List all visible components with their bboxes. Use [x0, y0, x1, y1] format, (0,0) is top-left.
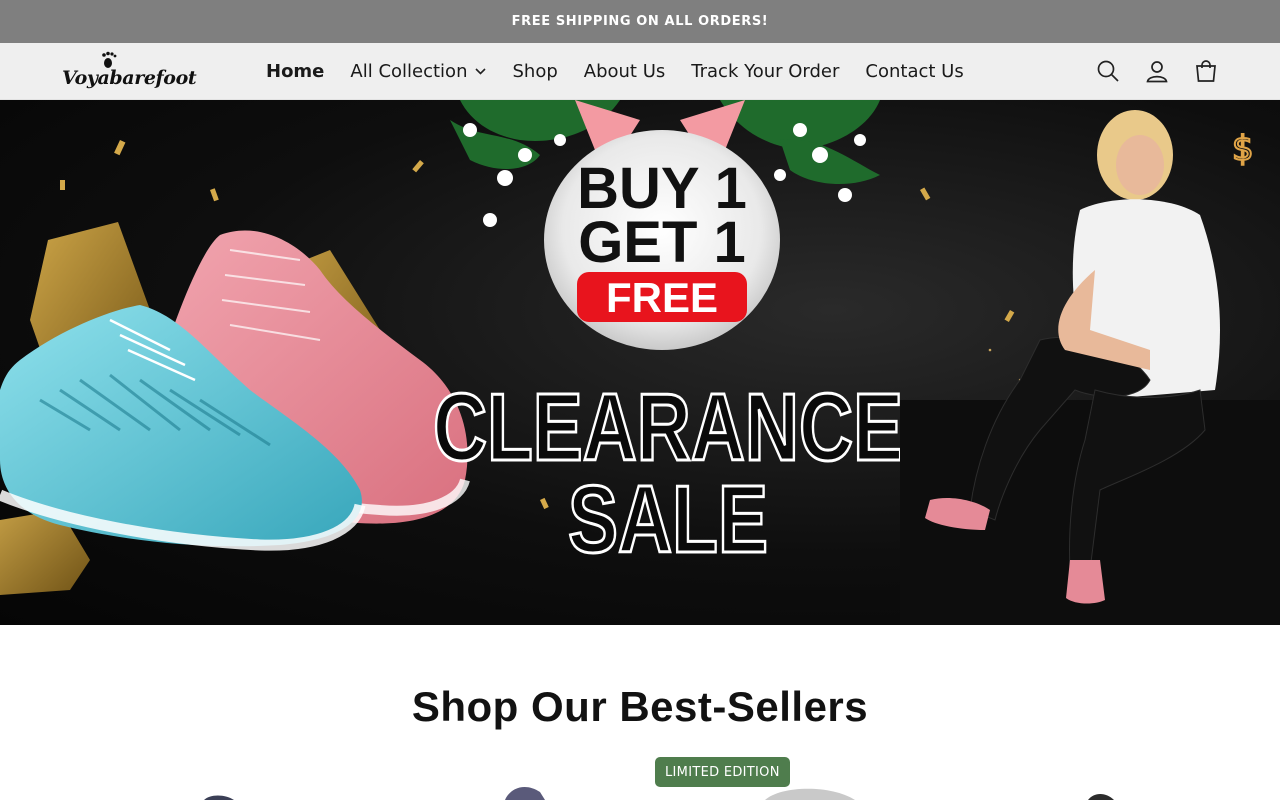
dollar-sign-icon: $ [1232, 129, 1254, 169]
site-header: Voyabarefoot Home All Collection Shop Ab… [0, 43, 1280, 100]
product-image-2[interactable] [500, 782, 550, 800]
nav-shop-label: Shop [512, 60, 558, 82]
footprint-icon [102, 51, 117, 68]
hero-headline-2: GET 1 [578, 210, 746, 275]
hero-headline-5: SALE [568, 466, 768, 573]
nav-all-collection-label: All Collection [350, 60, 468, 82]
nav-contact-us-label: Contact Us [865, 60, 964, 82]
nav-about-us-label: About Us [583, 60, 666, 82]
main-nav: Home All Collection Shop About Us Track … [253, 43, 977, 99]
product-image-3[interactable] [760, 782, 860, 800]
hero-graphic: $ BUY 1 GET 1 FREE CLEARANCE SALE [0, 100, 1280, 625]
header-actions [1093, 43, 1220, 99]
hero-headline-3: FREE [606, 274, 718, 321]
product-image-1[interactable] [200, 782, 240, 800]
search-icon[interactable] [1093, 57, 1122, 86]
product-image-4[interactable] [1082, 782, 1122, 800]
announcement-text: FREE SHIPPING ON ALL ORDERS! [511, 14, 769, 29]
announcement-bar: FREE SHIPPING ON ALL ORDERS! [0, 0, 1280, 43]
hero-banner[interactable]: $ BUY 1 GET 1 FREE CLEARANCE SALE [0, 100, 1280, 625]
nav-shop[interactable]: Shop [499, 61, 570, 82]
limited-edition-badge-text: LIMITED EDITION [665, 764, 780, 780]
nav-track-order-label: Track Your Order [691, 60, 840, 82]
nav-about-us[interactable]: About Us [571, 61, 679, 82]
chevron-down-icon [475, 67, 487, 75]
cart-icon[interactable] [1191, 57, 1220, 86]
hero-headline-4: CLEARANCE [433, 374, 903, 481]
logo-text: Voyabarefoot [62, 67, 197, 89]
account-icon[interactable] [1142, 57, 1171, 86]
best-sellers-title: Shop Our Best-Sellers [411, 683, 869, 730]
nav-contact-us[interactable]: Contact Us [852, 61, 976, 82]
nav-home-label: Home [266, 60, 325, 82]
model-image [900, 110, 1280, 625]
nav-all-collection[interactable]: All Collection [337, 61, 499, 82]
logo[interactable]: Voyabarefoot [62, 51, 197, 91]
nav-track-order[interactable]: Track Your Order [678, 61, 852, 82]
nav-home[interactable]: Home [253, 61, 337, 82]
